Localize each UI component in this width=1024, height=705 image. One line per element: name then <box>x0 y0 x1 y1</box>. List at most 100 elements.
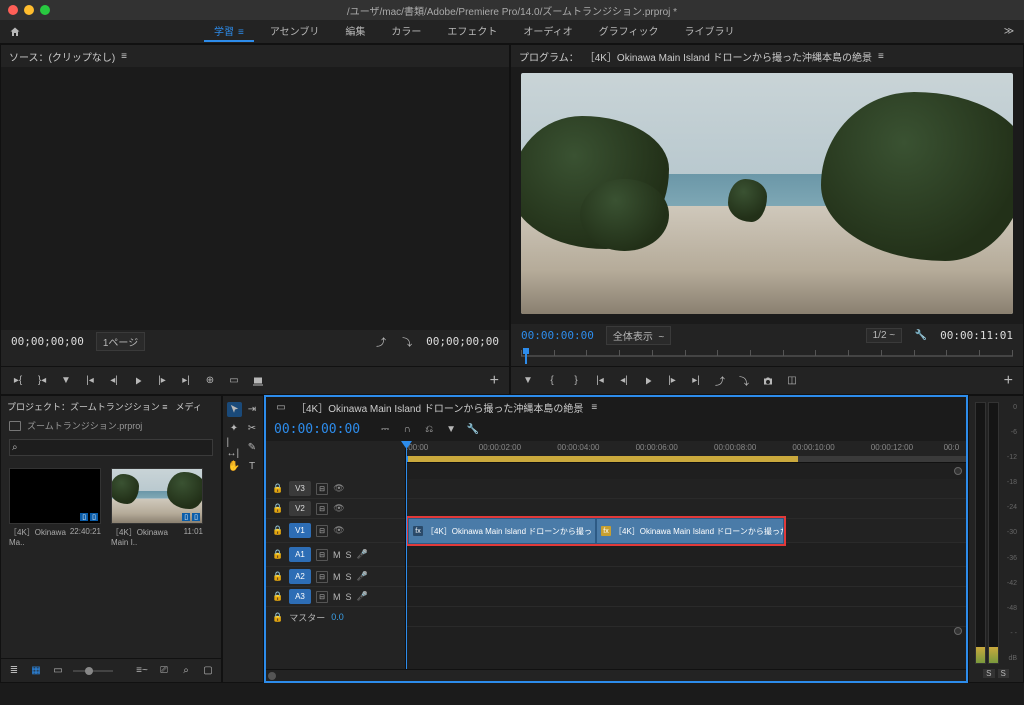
bin-item[interactable]: ▯▯ ［4K］Okinawa Ma..22:40:21 <box>9 468 101 650</box>
go-start-icon[interactable]: |◂ <box>593 374 607 388</box>
export-frame-icon[interactable] <box>251 374 265 388</box>
camera-icon[interactable] <box>761 374 775 388</box>
program-tc-in[interactable]: 00:00:00:00 <box>521 329 594 342</box>
step-prev-icon[interactable]: ◂| <box>617 374 631 388</box>
workspace-library[interactable]: ライブラリ <box>674 21 744 42</box>
insert-icon[interactable]: ⊕ <box>203 374 217 388</box>
sequence-name[interactable]: ［4K］Okinawa Main Island ドローンから撮った沖縄本島の絶景 <box>296 400 583 415</box>
marker-add-icon[interactable]: ▼ <box>521 374 535 388</box>
track-select-icon[interactable]: ⇥ <box>245 402 260 417</box>
list-view-icon[interactable]: ≣ <box>7 664 21 678</box>
clip-2[interactable]: fx［4K］Okinawa Main Island ドローンから撮った <box>596 518 784 544</box>
track-header-v1[interactable]: 🔒V1⊟👁 <box>266 519 405 543</box>
source-timecode-out[interactable]: 00;00;00;00 <box>426 335 499 348</box>
program-zoom[interactable]: 1/2 ~ <box>866 328 903 343</box>
find-icon[interactable]: ⌕ <box>179 664 193 678</box>
marker-tl-icon[interactable]: ▼ <box>444 422 458 436</box>
go-out-icon[interactable]: ▸| <box>179 374 193 388</box>
go-in-icon[interactable]: |◂ <box>83 374 97 388</box>
solo-r[interactable]: S <box>998 669 1009 678</box>
master-track[interactable]: 🔒マスター0.0 <box>266 607 405 627</box>
track-header-a1[interactable]: 🔒A1⊟MS🎤 <box>266 543 405 567</box>
timeline-hscroll[interactable] <box>266 669 966 681</box>
program-fit[interactable]: 全体表示 ~ <box>606 326 671 345</box>
track-header-a3[interactable]: 🔒A3⊟MS🎤 <box>266 587 405 607</box>
lane-a1[interactable] <box>406 543 966 567</box>
pen-tool-icon[interactable]: ✎ <box>245 440 260 455</box>
wrench-icon[interactable]: 🔧 <box>914 328 928 342</box>
type-tool-icon[interactable]: T <box>245 459 260 474</box>
media-tab[interactable]: メディ <box>176 400 202 413</box>
lane-master[interactable] <box>406 607 966 627</box>
settings-icon[interactable]: 🔧 <box>466 422 480 436</box>
workspace-effects[interactable]: エフェクト <box>437 21 507 42</box>
search-input[interactable] <box>9 439 213 456</box>
razor-tool-icon[interactable]: ✂ <box>245 421 260 436</box>
track-area[interactable]: :00:00 00:00:02:00 00:00:04:00 00:00:06:… <box>406 441 966 669</box>
lane-v3[interactable] <box>406 479 966 499</box>
lane-a3[interactable] <box>406 587 966 607</box>
hand-tool-icon[interactable]: ✋ <box>227 459 242 474</box>
next-frame-icon[interactable]: |▸ <box>155 374 169 388</box>
source-viewer[interactable] <box>1 67 509 330</box>
slip-tool-icon[interactable]: |↔| <box>227 440 242 455</box>
lift-icon[interactable]: ⤴ <box>713 374 727 388</box>
playhead-icon[interactable] <box>521 348 531 364</box>
sort-icon[interactable]: ≡~ <box>135 664 149 678</box>
project-search[interactable]: ⌕ <box>9 439 213 456</box>
workspace-editing[interactable]: 編集 <box>335 21 375 42</box>
workspace-color[interactable]: カラー <box>381 21 431 42</box>
program-scrubber[interactable] <box>511 346 1023 366</box>
step-fwd-icon[interactable]: ⤵ <box>400 334 414 348</box>
source-page[interactable]: 1ページ <box>96 332 145 351</box>
auto-seq-icon[interactable]: ⎚ <box>157 664 171 678</box>
snap-icon[interactable]: ⎓ <box>378 422 392 436</box>
lane-a2[interactable] <box>406 567 966 587</box>
source-timecode[interactable]: 00;00;00;00 <box>11 335 84 348</box>
workspace-learning[interactable]: 学習≡ <box>204 21 254 42</box>
workspace-assembly[interactable]: アセンブリ <box>260 21 330 42</box>
home-icon[interactable] <box>8 25 22 39</box>
program-play-icon[interactable] <box>641 374 655 388</box>
overwrite-icon[interactable]: ▭ <box>227 374 241 388</box>
program-viewer[interactable] <box>511 67 1023 324</box>
marker-icon[interactable]: ▼ <box>59 374 73 388</box>
magnet-icon[interactable]: ∩ <box>400 422 414 436</box>
mark-in-icon[interactable]: ▸{ <box>11 374 25 388</box>
thumb-size-slider[interactable] <box>73 670 113 672</box>
go-end-icon[interactable]: ▸| <box>689 374 703 388</box>
overflow-icon[interactable]: ≫ <box>1002 25 1016 39</box>
selection-tool-icon[interactable] <box>227 402 242 417</box>
source-tab[interactable]: ソース：(クリップなし)≡ <box>1 45 509 67</box>
in-bracket-icon[interactable]: { <box>545 374 559 388</box>
out-bracket-icon[interactable]: } <box>569 374 583 388</box>
track-header-v2[interactable]: 🔒V2⊟👁 <box>266 499 405 519</box>
program-add-icon[interactable]: + <box>1004 372 1013 390</box>
step-next-icon[interactable]: |▸ <box>665 374 679 388</box>
solo-l[interactable]: S <box>983 669 994 678</box>
step-back-icon[interactable]: ⤴ <box>374 334 388 348</box>
timeline-tc[interactable]: 00:00:00:00 <box>274 422 360 437</box>
extract-icon[interactable]: ⤵ <box>737 374 751 388</box>
time-ruler[interactable]: :00:00 00:00:02:00 00:00:04:00 00:00:06:… <box>406 441 966 463</box>
mark-out-icon[interactable]: }◂ <box>35 374 49 388</box>
track-header-a2[interactable]: 🔒A2⊟MS🎤 <box>266 567 405 587</box>
ripple-tool-icon[interactable]: ✦ <box>227 421 242 436</box>
add-button-icon[interactable]: + <box>490 372 499 390</box>
workspace-audio[interactable]: オーディオ <box>513 21 582 42</box>
link-icon[interactable]: ⎌ <box>422 422 436 436</box>
new-bin-icon[interactable]: ▢ <box>201 664 215 678</box>
prev-frame-icon[interactable]: ◂| <box>107 374 121 388</box>
program-tab[interactable]: プログラム：［4K］Okinawa Main Island ドローンから撮った沖… <box>511 45 1023 67</box>
workspace-graphics[interactable]: グラフィック <box>589 21 669 42</box>
play-icon[interactable] <box>131 374 145 388</box>
compare-icon[interactable]: ◫ <box>785 374 799 388</box>
project-tab[interactable]: プロジェクト：ズームトランジション ≡ <box>7 400 168 413</box>
freeform-icon[interactable]: ▭ <box>51 664 65 678</box>
icon-view-icon[interactable]: ▦ <box>29 664 43 678</box>
program-tc-out[interactable]: 00:00:11:01 <box>940 329 1013 342</box>
playhead[interactable] <box>406 441 407 669</box>
track-header-v3[interactable]: 🔒V3⊟👁 <box>266 479 405 499</box>
clip-1[interactable]: fx［4K］Okinawa Main Island ドローンから撮っ <box>408 518 596 544</box>
bin-item[interactable]: ▯▯ ［4K］Okinawa Main I..11:01 <box>111 468 203 650</box>
